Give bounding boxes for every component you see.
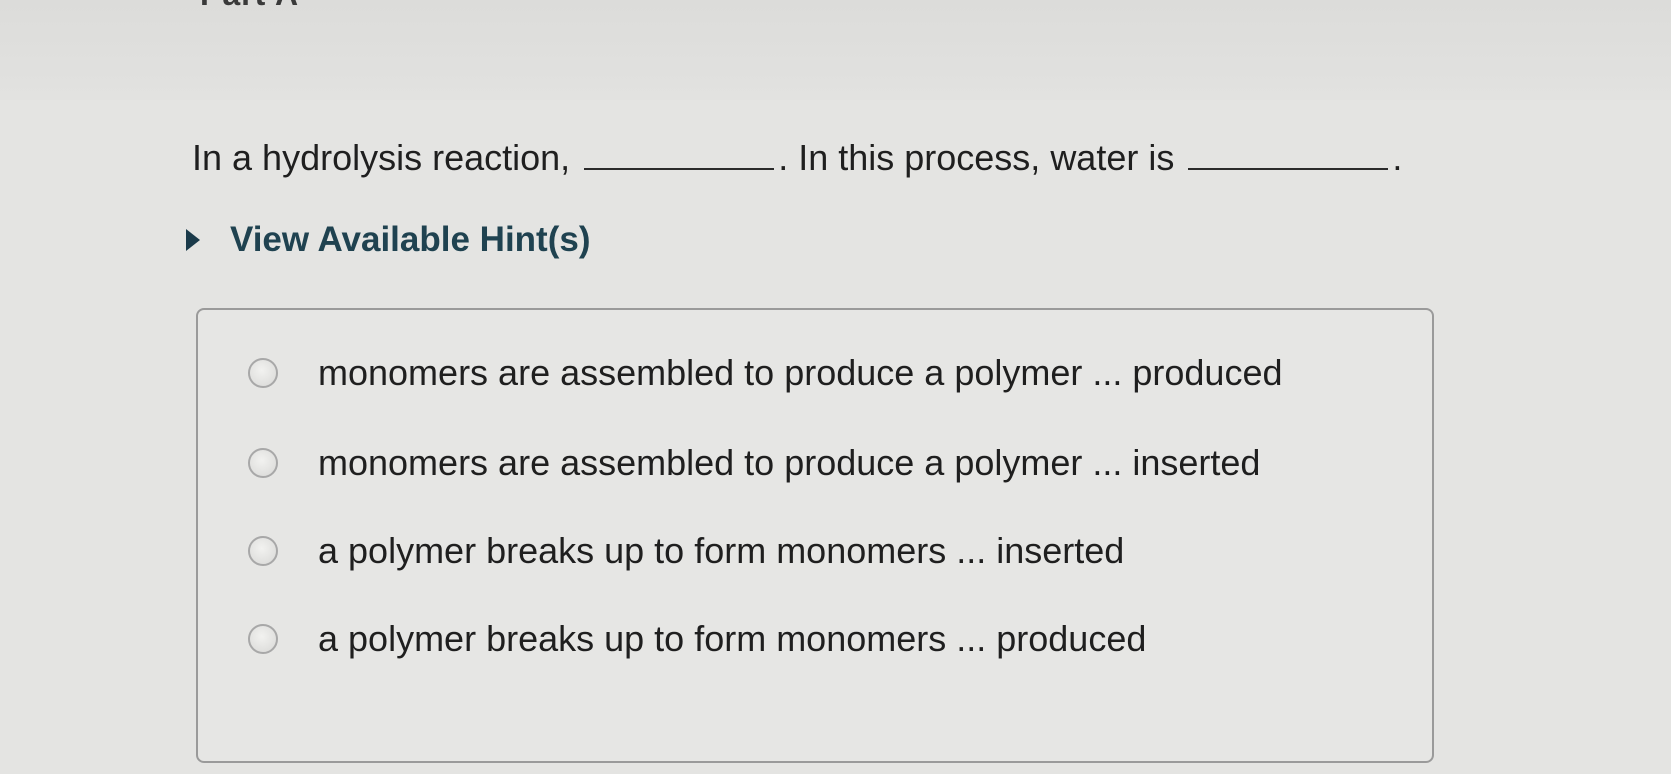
expand-triangle-icon bbox=[186, 229, 200, 251]
answer-option-3[interactable]: a polymer breaks up to form monomers ...… bbox=[248, 530, 1124, 572]
radio-button-icon[interactable] bbox=[248, 448, 278, 478]
answer-blank-1 bbox=[584, 138, 775, 170]
question-prefix: In a hydrolysis reaction, bbox=[192, 137, 571, 178]
view-hints-toggle[interactable]: View Available Hint(s) bbox=[186, 220, 590, 260]
answer-option-label: a polymer breaks up to form monomers ...… bbox=[318, 530, 1125, 571]
radio-button-icon[interactable] bbox=[248, 624, 278, 654]
answer-option-label: monomers are assembled to produce a poly… bbox=[318, 442, 1261, 483]
question-card: In a hydrolysis reaction, . In this proc… bbox=[0, 0, 1671, 774]
answer-blank-2 bbox=[1188, 138, 1389, 170]
answer-option-1[interactable]: monomers are assembled to produce a poly… bbox=[248, 352, 1283, 394]
radio-button-icon[interactable] bbox=[248, 536, 278, 566]
question-suffix: . bbox=[1392, 137, 1403, 178]
answer-option-label: monomers are assembled to produce a poly… bbox=[318, 352, 1283, 393]
radio-button-icon[interactable] bbox=[248, 358, 278, 388]
answer-option-4[interactable]: a polymer breaks up to form monomers ...… bbox=[248, 618, 1146, 660]
answer-option-label: a polymer breaks up to form monomers ...… bbox=[318, 618, 1147, 659]
question-middle: . In this process, water is bbox=[778, 137, 1175, 178]
answer-options-box: monomers are assembled to produce a poly… bbox=[196, 308, 1434, 763]
question-text: In a hydrolysis reaction, . In this proc… bbox=[192, 130, 1402, 186]
answer-option-2[interactable]: monomers are assembled to produce a poly… bbox=[248, 442, 1260, 484]
view-hints-label: View Available Hint(s) bbox=[230, 220, 591, 259]
